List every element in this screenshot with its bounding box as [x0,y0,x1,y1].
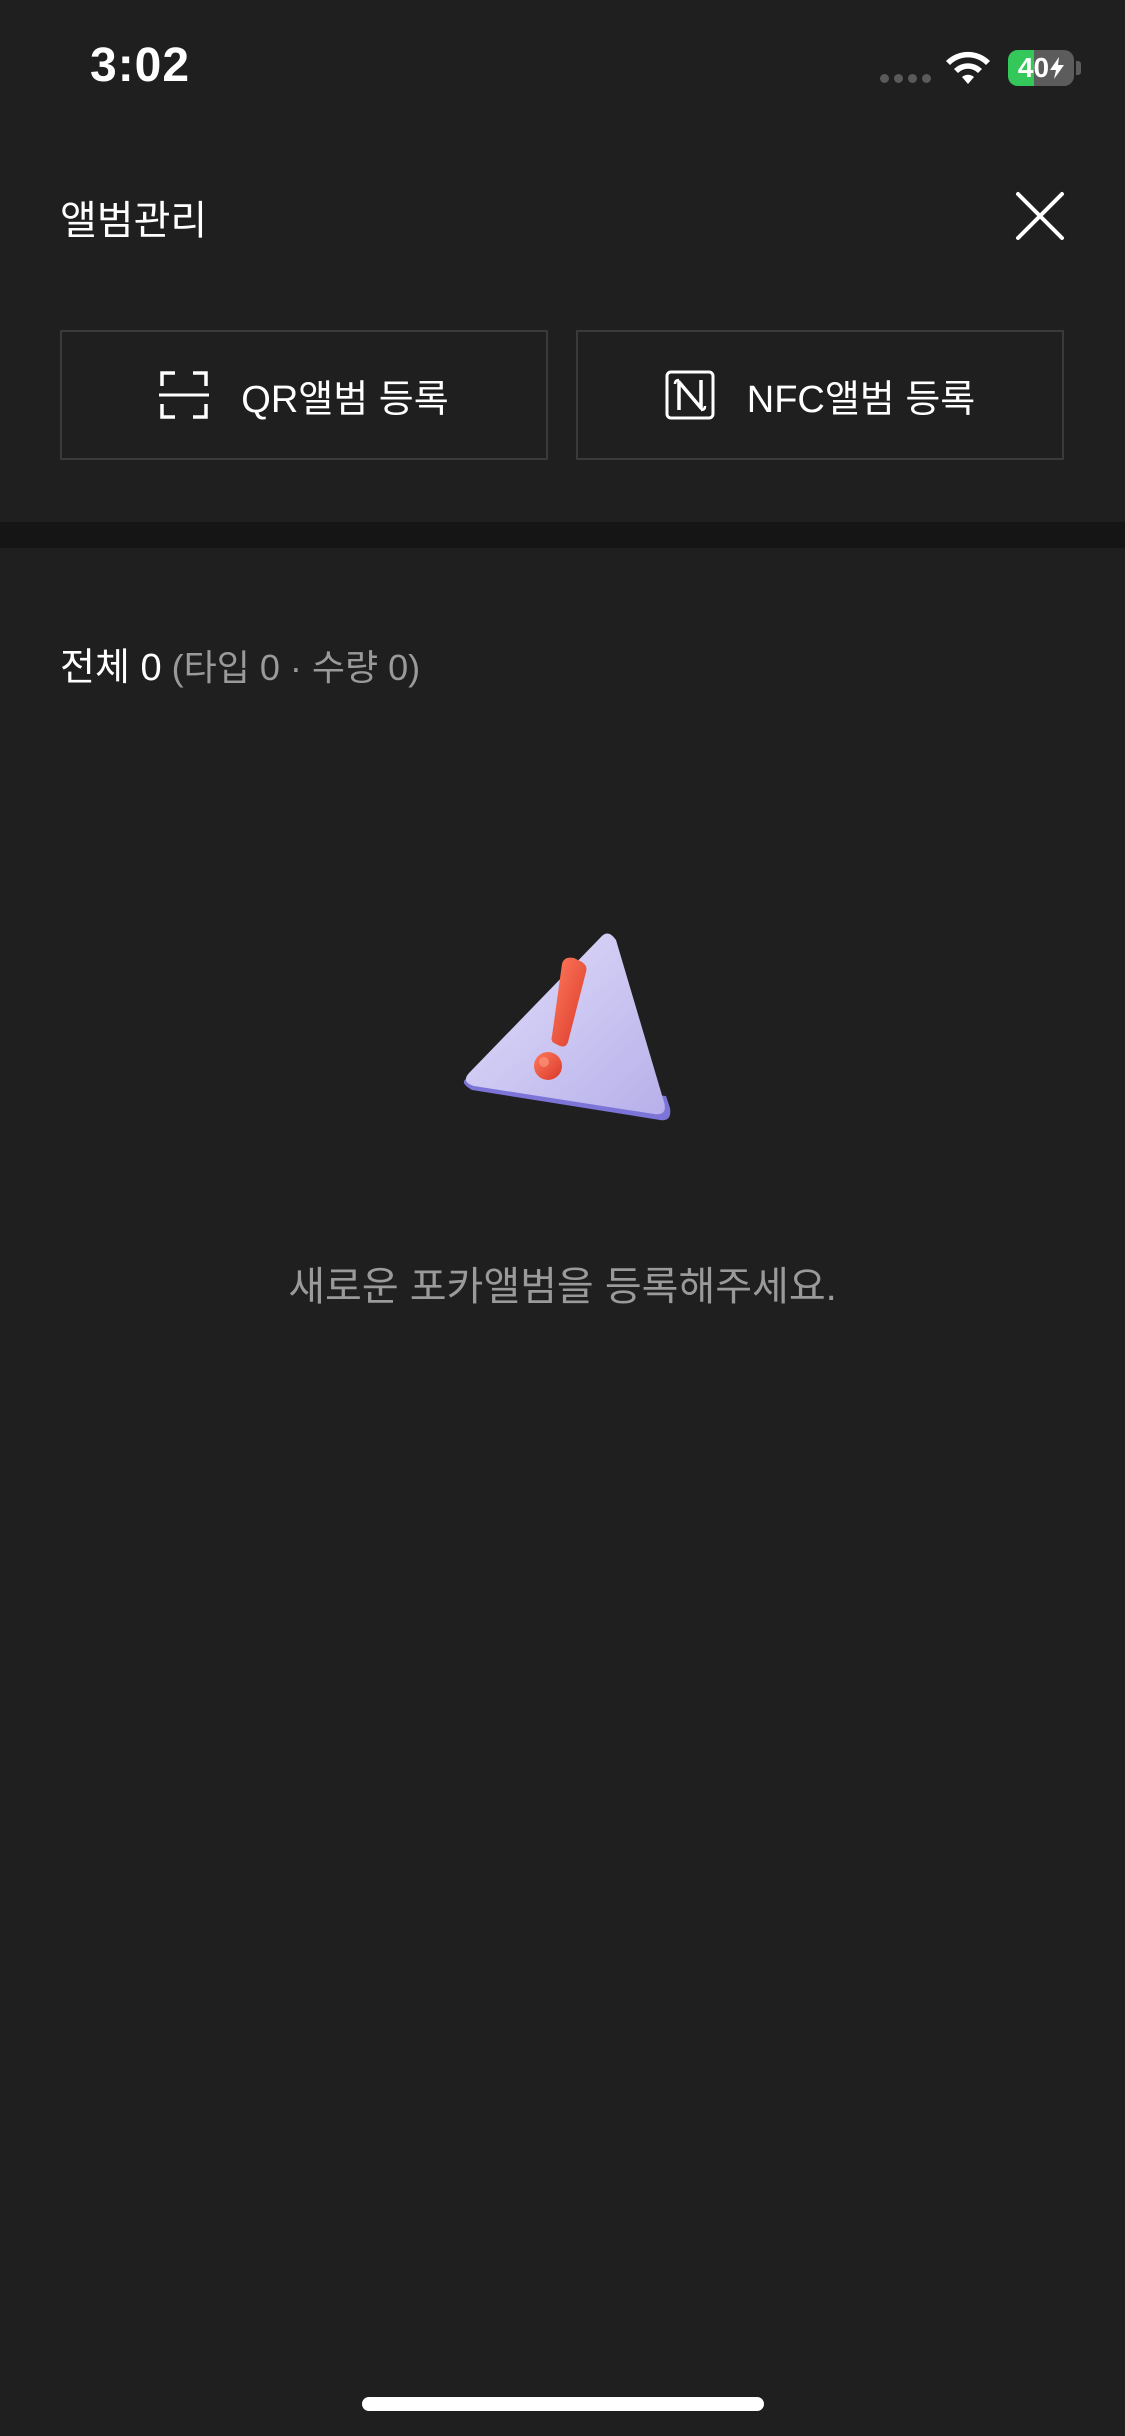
battery-cap [1076,61,1081,75]
qr-album-register-label: QR앨범 등록 [241,378,449,421]
album-total-count: 전체 0 [60,647,162,689]
home-indicator[interactable] [362,2397,764,2411]
close-icon [1016,192,1064,240]
wifi-icon [946,51,990,84]
album-count-detail: (타입 0 · 수량 0) [171,647,421,688]
signal-dots-icon [880,74,931,83]
page-title: 앨범관리 [60,199,208,243]
qr-scan-icon [159,371,210,419]
qr-album-register-button[interactable]: QR앨범 등록 [60,330,548,460]
warning-icon [463,933,671,1121]
bolt-icon [1050,57,1065,79]
battery-icon: 40 [1008,50,1074,86]
battery-percentage: 40 [1017,52,1050,83]
status-time: 3:02 [90,39,191,92]
nfc-album-register-label: NFC앨범 등록 [746,378,976,421]
nfc-album-register-button[interactable]: NFC앨범 등록 [576,330,1064,460]
status-bar: 3:02 40 [0,0,1125,140]
empty-state-message: 새로운 포카앨범을 등록해주세요. [288,1265,837,1309]
close-button[interactable] [1010,186,1070,246]
nfc-icon [665,370,715,420]
section-divider [0,522,1125,548]
album-count-summary: 전체 0 (타입 0 · 수량 0) [60,636,420,691]
